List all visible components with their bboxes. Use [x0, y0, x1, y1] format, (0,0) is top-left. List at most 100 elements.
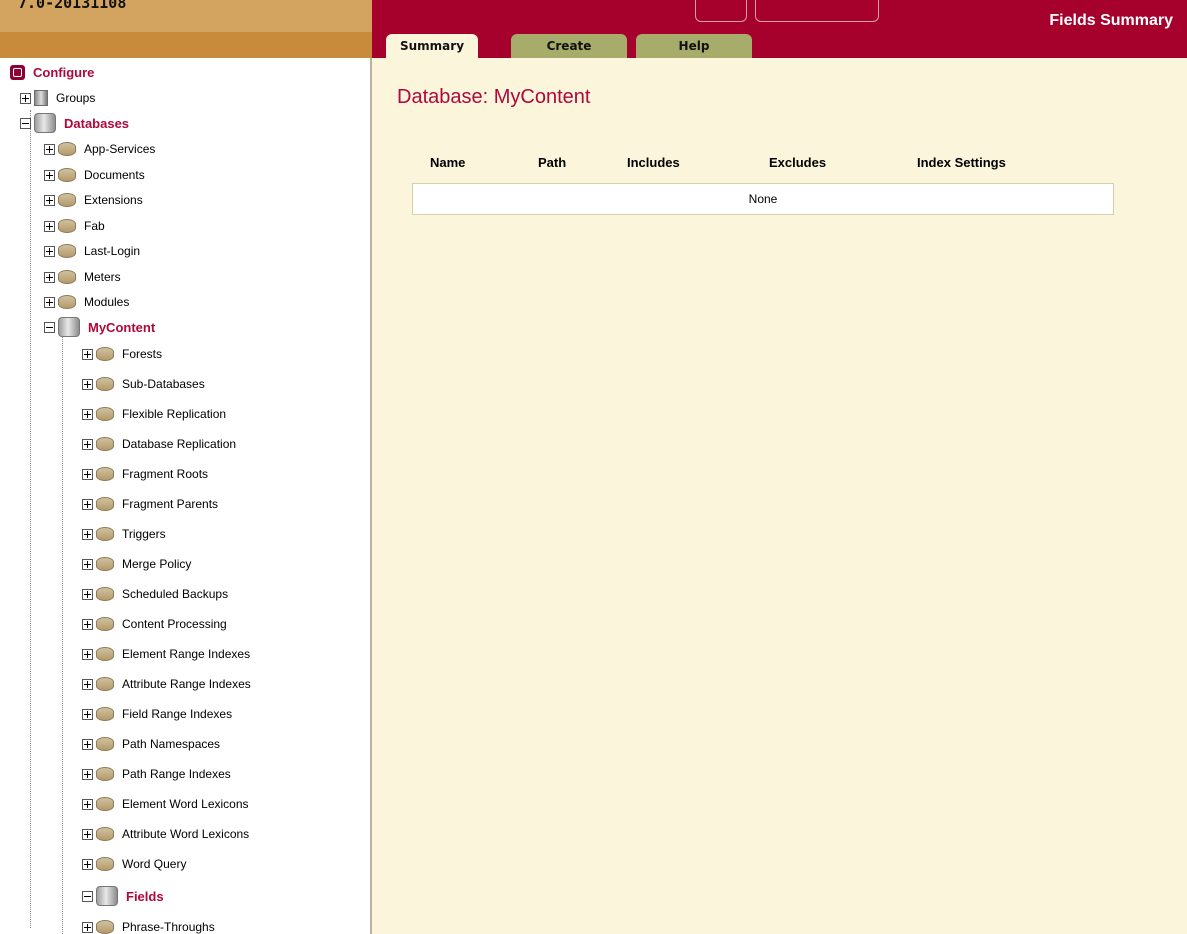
expand-icon[interactable]	[20, 92, 31, 104]
expand-icon[interactable]	[82, 738, 93, 750]
tree-item-sub[interactable]: Element Word Lexicons	[82, 793, 249, 815]
expand-icon[interactable]	[82, 438, 93, 450]
tree-item-label[interactable]: Last-Login	[84, 244, 140, 258]
tree-item-label[interactable]: Fab	[84, 219, 105, 233]
expand-icon[interactable]	[82, 528, 93, 540]
tree-item-label[interactable]: Configure	[33, 65, 94, 80]
tree-item-db[interactable]: Extensions	[44, 189, 143, 211]
tree-item-label[interactable]: Meters	[84, 270, 121, 284]
tree-item-db[interactable]: Meters	[44, 266, 121, 288]
expand-icon[interactable]	[44, 143, 55, 155]
database-disk-icon	[96, 797, 114, 811]
tab-summary[interactable]: Summary	[386, 34, 478, 58]
tree-item-databases[interactable]: Databases	[20, 112, 129, 134]
expand-icon[interactable]	[82, 708, 93, 720]
tree-item-label[interactable]: Fragment Roots	[122, 467, 208, 481]
expand-icon[interactable]	[44, 220, 55, 232]
tree-item-label[interactable]: Word Query	[122, 857, 186, 871]
expand-icon[interactable]	[82, 558, 93, 570]
tree-item-label[interactable]: Forests	[122, 347, 162, 361]
expand-icon[interactable]	[82, 768, 93, 780]
expand-icon[interactable]	[82, 678, 93, 690]
tree-item-label[interactable]: Element Range Indexes	[122, 647, 250, 661]
tree-item-label[interactable]: Sub-Databases	[122, 377, 205, 391]
expand-icon[interactable]	[82, 588, 93, 600]
tree-item-label[interactable]: Attribute Word Lexicons	[122, 827, 249, 841]
collapse-icon[interactable]	[82, 890, 93, 902]
tree-item-sub[interactable]: Merge Policy	[82, 553, 191, 575]
expand-icon[interactable]	[82, 921, 93, 933]
tree-item-mycontent[interactable]: MyContent	[44, 316, 155, 338]
tree-item-label[interactable]: Phrase-Throughs	[122, 920, 215, 934]
tree-item-label[interactable]: Database Replication	[122, 437, 236, 451]
tree-item-sub[interactable]: Flexible Replication	[82, 403, 226, 425]
expand-icon[interactable]	[82, 618, 93, 630]
tree-item-groups[interactable]: Groups	[20, 87, 95, 109]
collapse-icon[interactable]	[44, 321, 55, 333]
tab-help[interactable]: Help	[636, 34, 752, 58]
tree-item-db[interactable]: Fab	[44, 215, 105, 237]
tree-item-sub[interactable]: Fragment Parents	[82, 493, 218, 515]
empty-table-row: None	[412, 183, 1114, 215]
expand-icon[interactable]	[44, 271, 55, 283]
tab-create[interactable]: Create	[511, 34, 627, 58]
tree-item-label[interactable]: Triggers	[122, 527, 166, 541]
expand-icon[interactable]	[44, 169, 55, 181]
tree-item-label[interactable]: Groups	[56, 91, 95, 105]
tree-item-label[interactable]: Extensions	[84, 193, 143, 207]
tree-item-label[interactable]: Flexible Replication	[122, 407, 226, 421]
expand-icon[interactable]	[82, 468, 93, 480]
expand-icon[interactable]	[44, 245, 55, 257]
tree-item-label[interactable]: Path Namespaces	[122, 737, 220, 751]
collapse-icon[interactable]	[20, 117, 31, 129]
tree-item-label[interactable]: Scheduled Backups	[122, 587, 228, 601]
tree-item-db[interactable]: Documents	[44, 164, 145, 186]
tree-item-fields[interactable]: Fields	[82, 885, 164, 907]
tree-item-label[interactable]: Documents	[84, 168, 145, 182]
version-label: 7.0-20131108	[18, 0, 127, 12]
expand-icon[interactable]	[44, 194, 55, 206]
tree-item-sub[interactable]: Content Processing	[82, 613, 227, 635]
expand-icon[interactable]	[82, 408, 93, 420]
tree-item-label[interactable]: Merge Policy	[122, 557, 191, 571]
tree-item-sub[interactable]: Forests	[82, 343, 162, 365]
tree-item-sub[interactable]: Fragment Roots	[82, 463, 208, 485]
tree-item-sub[interactable]: Path Range Indexes	[82, 763, 231, 785]
tree-item-sub[interactable]: Word Query	[82, 853, 186, 875]
tree-item-sub[interactable]: Triggers	[82, 523, 166, 545]
expand-icon[interactable]	[82, 498, 93, 510]
tree-item-db[interactable]: Last-Login	[44, 240, 140, 262]
tree-item-sub[interactable]: Sub-Databases	[82, 373, 205, 395]
tree-item-sub[interactable]: Element Range Indexes	[82, 643, 250, 665]
tree-item-label[interactable]: Content Processing	[122, 617, 227, 631]
tree-item-configure[interactable]: Configure	[10, 61, 94, 83]
tree-item-sub[interactable]: Field Range Indexes	[82, 703, 232, 725]
expand-icon[interactable]	[44, 296, 55, 308]
tree-item-sub[interactable]: Attribute Word Lexicons	[82, 823, 249, 845]
tree-item-label[interactable]: App-Services	[84, 142, 155, 156]
tree-item-sub[interactable]: Path Namespaces	[82, 733, 220, 755]
tree-item-label[interactable]: Fragment Parents	[122, 497, 218, 511]
tree-item-label[interactable]: Path Range Indexes	[122, 767, 231, 781]
tree-item-sub[interactable]: Scheduled Backups	[82, 583, 228, 605]
tree-item-sub[interactable]: Database Replication	[82, 433, 236, 455]
tree-item-label[interactable]: Databases	[64, 116, 129, 131]
tree-item-label[interactable]: Element Word Lexicons	[122, 797, 249, 811]
tree-item-db[interactable]: Modules	[44, 291, 129, 313]
tree-item-sub[interactable]: Attribute Range Indexes	[82, 673, 251, 695]
tree-item-label[interactable]: MyContent	[88, 320, 155, 335]
expand-icon[interactable]	[82, 648, 93, 660]
tree-item-label[interactable]: Attribute Range Indexes	[122, 677, 251, 691]
expand-icon[interactable]	[82, 858, 93, 870]
header-button[interactable]	[755, 0, 879, 22]
header-button[interactable]	[695, 0, 747, 22]
tree-item-label[interactable]: Modules	[84, 295, 129, 309]
expand-icon[interactable]	[82, 828, 93, 840]
tree-item-label[interactable]: Fields	[126, 889, 164, 904]
expand-icon[interactable]	[82, 798, 93, 810]
tree-item-db[interactable]: App-Services	[44, 138, 155, 160]
tree-item-label[interactable]: Field Range Indexes	[122, 707, 232, 721]
expand-icon[interactable]	[82, 378, 93, 390]
expand-icon[interactable]	[82, 348, 93, 360]
tree-item-sub[interactable]: Phrase-Throughs	[82, 916, 215, 934]
